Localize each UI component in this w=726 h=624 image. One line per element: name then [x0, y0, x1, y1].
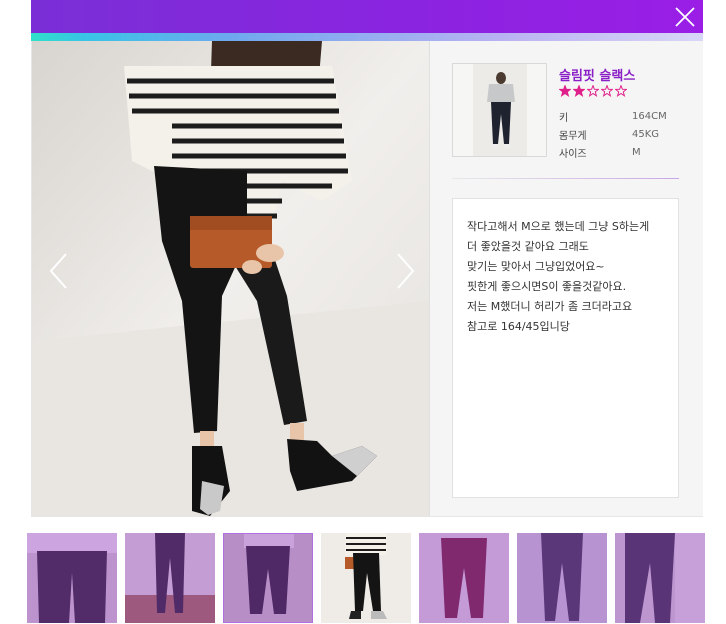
- chevron-right-icon: [397, 253, 415, 289]
- close-button[interactable]: [670, 2, 700, 32]
- review-modal: 슬림핏 슬랙스 키 164CM 몸무게 45KG 사이즈 M 작다고해서 M으로…: [31, 41, 703, 517]
- star-empty-icon: [601, 85, 613, 97]
- spec-label: 사이즈: [559, 148, 587, 160]
- product-name: 슬림핏 슬랙스: [559, 69, 636, 84]
- review-line: 저는 M했더니 허리가 좀 크더라고요: [467, 300, 633, 313]
- thumbnail-image: [321, 533, 411, 623]
- thumbnail-overlay: [517, 533, 607, 623]
- spec-value: 164CM: [632, 110, 667, 122]
- spec-value: M: [632, 146, 641, 158]
- spec-row-weight: 몸무게 45KG: [559, 125, 667, 143]
- product-thumbnail-image: [453, 64, 546, 156]
- star-filled-icon: [573, 85, 585, 97]
- divider: [452, 178, 679, 179]
- star-empty-icon: [615, 85, 627, 97]
- next-photo-button[interactable]: [392, 251, 418, 291]
- thumbnail-overlay: [615, 533, 705, 623]
- thumbnail-overlay: [224, 534, 312, 622]
- thumbnail-2[interactable]: [125, 533, 215, 623]
- spec-label: 몸무게: [559, 130, 587, 142]
- thumbnail-overlay: [419, 533, 509, 623]
- review-line: 작다고해서 M으로 했는데 그냥 S하는게: [467, 220, 650, 233]
- thumbnail-6[interactable]: [517, 533, 607, 623]
- spec-value: 45KG: [632, 128, 660, 140]
- thumbnail-overlay: [125, 533, 215, 623]
- body-specs: 키 164CM 몸무게 45KG 사이즈 M: [559, 107, 667, 161]
- thumbnail-4[interactable]: [321, 533, 411, 623]
- star-empty-icon: [587, 85, 599, 97]
- modal-header: [31, 0, 703, 33]
- thumbnail-3[interactable]: [223, 533, 313, 623]
- spec-row-height: 키 164CM: [559, 107, 667, 125]
- review-line: 핏한게 좋으시면S이 좋을것같아요.: [467, 280, 627, 293]
- header-gradient-strip: [31, 33, 703, 41]
- close-icon: [675, 7, 695, 27]
- review-line: 더 좋았을것 같아요 그래도: [467, 240, 589, 253]
- chevron-left-icon: [49, 253, 67, 289]
- review-info-panel: 슬림핏 슬랙스 키 164CM 몸무게 45KG 사이즈 M 작다고해서 M으로…: [429, 41, 703, 516]
- review-photo-image: [32, 41, 429, 516]
- thumbnail-strip: [27, 533, 707, 623]
- star-filled-icon: [559, 85, 571, 97]
- thumbnail-7[interactable]: [615, 533, 705, 623]
- review-line: 맞기는 맞아서 그냥입었어요~: [467, 260, 605, 273]
- star-rating: [559, 85, 627, 97]
- review-text-box: 작다고해서 M으로 했는데 그냥 S하는게 더 좋았을것 같아요 그래도 맞기는…: [452, 198, 679, 498]
- prev-photo-button[interactable]: [46, 251, 72, 291]
- product-thumbnail[interactable]: [452, 63, 547, 157]
- review-line: 참고로 164/45입니당: [467, 320, 570, 333]
- spec-row-size: 사이즈 M: [559, 143, 667, 161]
- thumbnail-5[interactable]: [419, 533, 509, 623]
- main-review-photo: [32, 41, 429, 516]
- thumbnail-overlay: [27, 533, 117, 623]
- spec-label: 키: [559, 112, 569, 124]
- thumbnail-1[interactable]: [27, 533, 117, 623]
